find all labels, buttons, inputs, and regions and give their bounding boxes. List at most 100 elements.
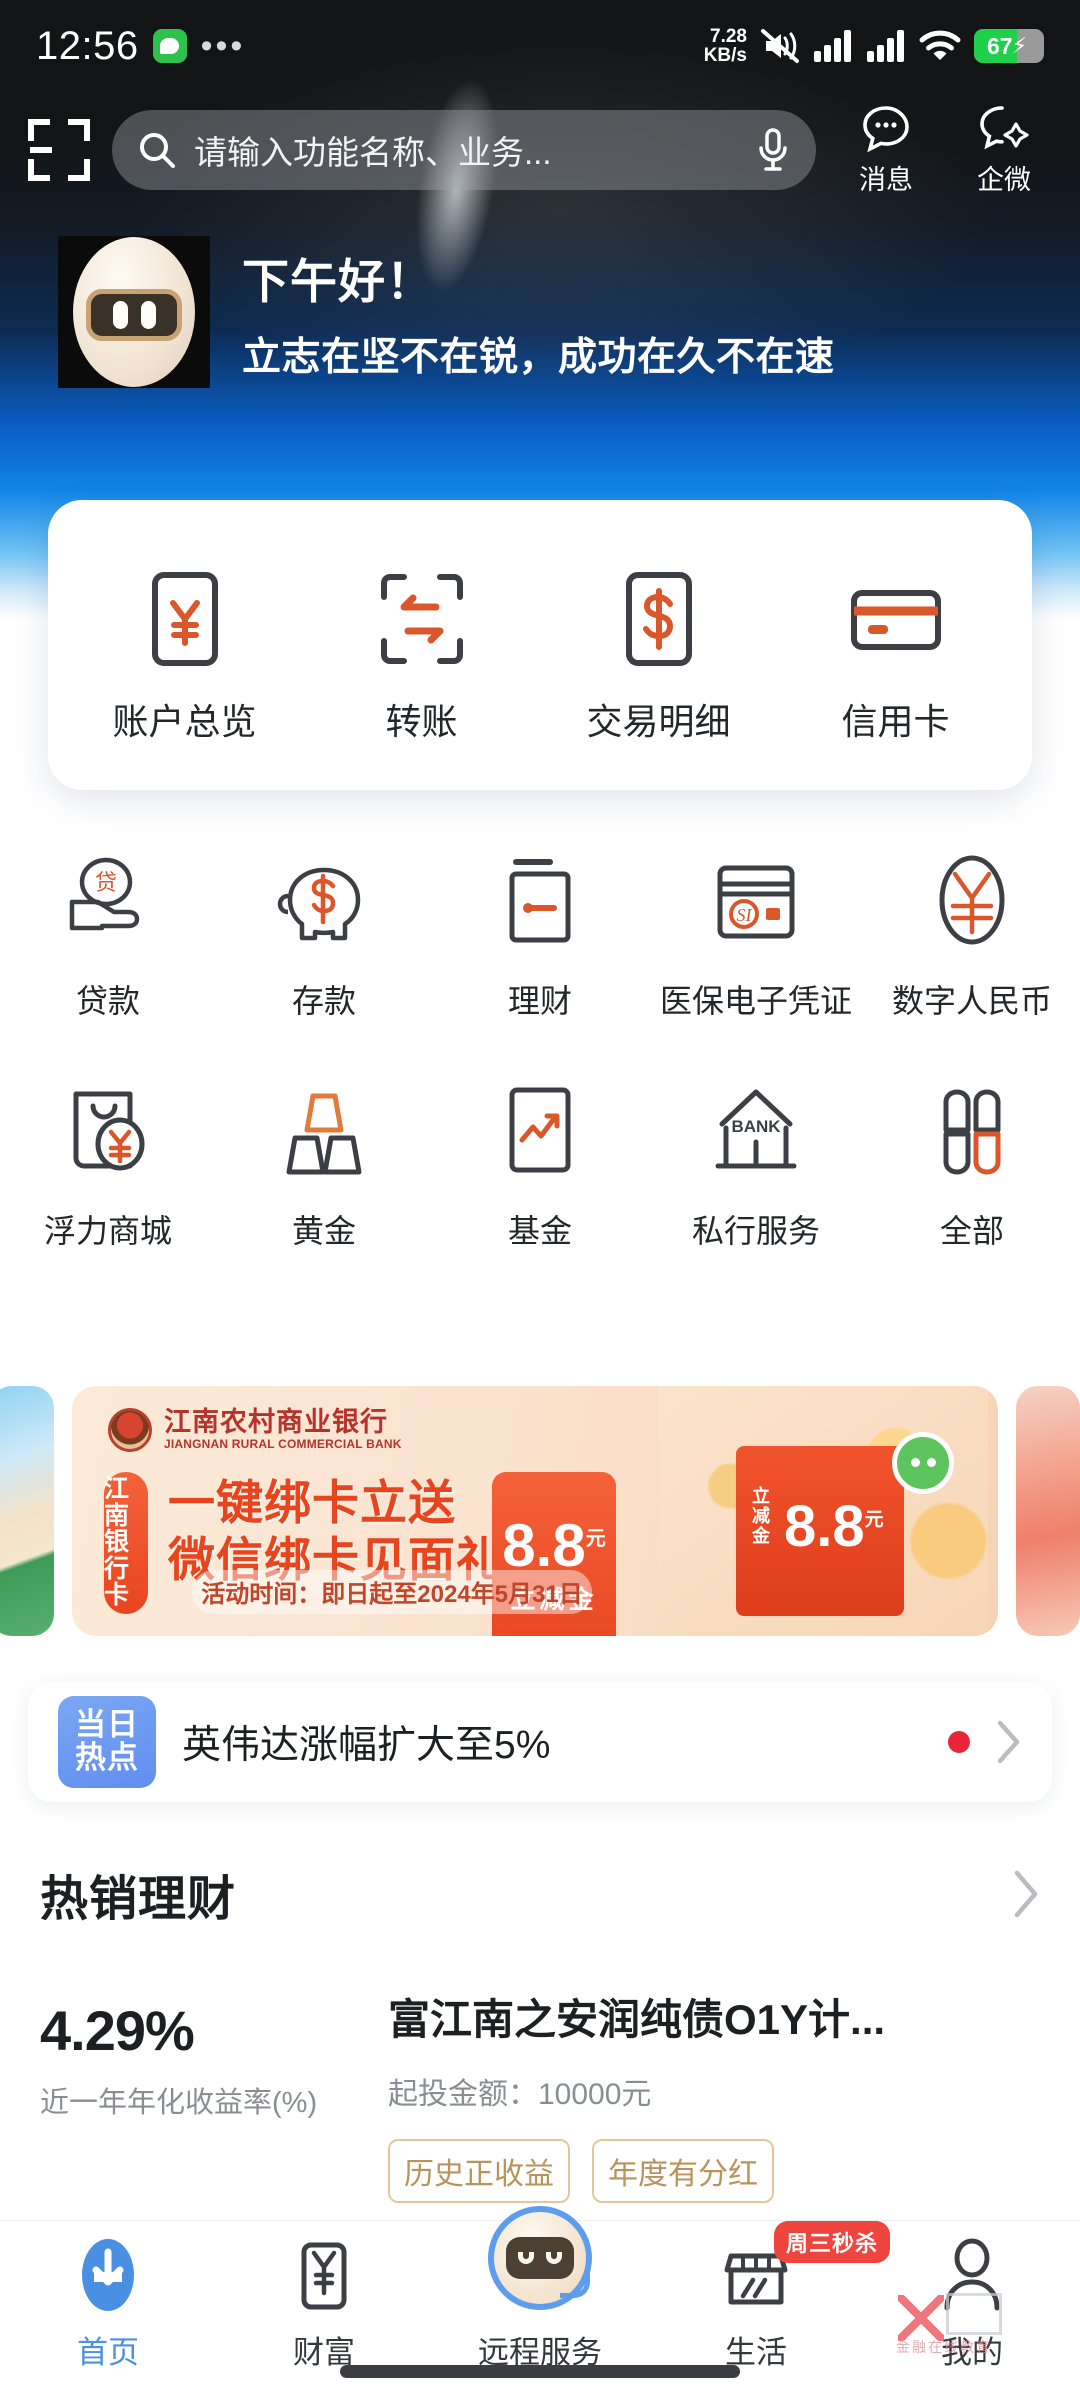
bank-emblem-icon <box>108 1407 152 1452</box>
banner-period: 活动时间：即日起至2024年5月31日 <box>192 1569 592 1614</box>
svg-text:贷: 贷 <box>95 870 117 895</box>
product-rate: 4.29% <box>40 1999 195 2062</box>
nav-item-home[interactable]: 首页 <box>0 2235 216 2372</box>
icon-slot <box>294 2235 354 2315</box>
live-indicator-dot <box>948 1731 970 1753</box>
grid-item-mall[interactable]: 浮力商城 <box>0 1056 216 1286</box>
chevron-right-icon[interactable] <box>996 1719 1022 1765</box>
product-tags: 历史正收益 年度有分红 <box>388 2139 1050 2203</box>
gift-amount-value: 8.8 <box>784 1493 865 1559</box>
mute-icon <box>761 29 799 63</box>
hot-news-row[interactable]: 当日 热点 英伟达涨幅扩大至5% <box>28 1682 1052 1802</box>
grid-item-deposit[interactable]: 存款 <box>216 826 432 1056</box>
grid-item-label: 基金 <box>507 1213 572 1249</box>
product-tag: 历史正收益 <box>388 2139 570 2203</box>
nav-label: 首页 <box>77 2335 139 2370</box>
gift-amount: 8.8元 <box>784 1497 884 1556</box>
quick-action-label: 交易明细 <box>586 701 731 742</box>
icon-slot <box>498 850 582 946</box>
grid-item-fund[interactable]: 基金 <box>432 1056 648 1286</box>
scan-icon[interactable] <box>28 119 90 181</box>
greeting-motto: 立志在坚不在锐，成功在久不在速 <box>242 335 835 379</box>
message-bubble-icon <box>863 105 909 152</box>
grid-item-private-banking[interactable]: BANK 私行服务 <box>648 1056 864 1286</box>
icon-slot <box>488 2206 592 2315</box>
bank-logo: 江南农村商业银行 JIANGNAN RURAL COMMERCIAL BANK <box>108 1407 402 1452</box>
icon-slot <box>941 2235 1003 2315</box>
grid-item-label: 全部 <box>939 1213 1004 1249</box>
grid-item-digital-rmb[interactable]: 数字人民币 <box>864 826 1080 1056</box>
battery-percent: 67 <box>986 32 1013 59</box>
grid-item-loan[interactable]: 贷 贷款 <box>0 826 216 1056</box>
robot-headset-mic <box>560 2268 590 2298</box>
grid-item-medical-insurance[interactable]: SI 医保电子凭证 <box>648 826 864 1056</box>
greeting-salutation: 下午好！ <box>242 254 434 308</box>
messages-label: 消息 <box>859 164 913 195</box>
wealth-product-card[interactable]: 4.29% 近一年年化收益率(%) 富江南之安润纯债O1Y计... 起投金额：1… <box>40 1982 1050 2222</box>
svg-text:SI: SI <box>737 905 753 925</box>
nav-item-remote-service[interactable]: 远程服务 <box>432 2206 648 2372</box>
banner-vertical-tag: 江南银行卡 <box>104 1471 148 1614</box>
quick-action-label: 信用卡 <box>841 701 950 742</box>
banner-artwork: 立减金 8.8元 <box>658 1385 988 1636</box>
home-indicator <box>340 2365 740 2378</box>
hot-news-text: 英伟达涨幅扩大至5% <box>182 1724 551 1767</box>
signal-icon <box>867 30 904 62</box>
banner-amount: 8.8元 <box>502 1516 606 1576</box>
avatar[interactable] <box>58 236 210 388</box>
status-bar-left: 12:56 ••• <box>36 24 245 69</box>
hot-badge-line1: 当日 <box>75 1707 139 1743</box>
grid-item-wealth[interactable]: 理财 <box>432 826 648 1056</box>
shopping-bag-icon <box>73 1091 145 1171</box>
quick-action-transactions[interactable]: 交易明细 <box>540 571 777 745</box>
signal-icon <box>814 30 851 62</box>
grid-item-label: 浮力商城 <box>43 1213 172 1249</box>
banner-amount-unit: 元 <box>585 1528 606 1550</box>
icon-slot <box>276 850 372 946</box>
product-name: 富江南之安润纯债O1Y计... <box>388 1996 886 2043</box>
medical-insurance-card-icon: SI <box>717 865 795 939</box>
grid-item-gold[interactable]: 黄金 <box>216 1056 432 1286</box>
more-dots-icon: ••• <box>200 27 246 65</box>
banner-carousel: 江南农村商业银行 JIANGNAN RURAL COMMERCIAL BANK … <box>0 1378 1080 1643</box>
wechat-bubble-shape <box>160 38 180 54</box>
nav-item-wealth[interactable]: 财富 <box>216 2235 432 2372</box>
status-bar: 12:56 ••• 7.28 KB/s 67 ⚡ <box>0 0 1080 92</box>
grid-item-all[interactable]: 全部 <box>864 1056 1080 1286</box>
nav-item-life[interactable]: 周三秒杀 生活 <box>648 2221 891 2372</box>
quick-action-credit-card[interactable]: 信用卡 <box>777 571 1014 745</box>
battery-icon: 67 ⚡ <box>974 29 1044 63</box>
app-header: 请输入功能名称、业务... 消息 企微 <box>0 96 1080 204</box>
icon-slot <box>502 1080 578 1176</box>
enterprise-wechat-icon <box>980 105 1029 149</box>
grid-item-label: 理财 <box>507 983 572 1019</box>
quick-action-transfer[interactable]: 转账 <box>303 571 540 745</box>
home-icon <box>82 2239 134 2311</box>
icon-slot <box>929 850 1015 946</box>
banner-next-peek[interactable] <box>1016 1385 1080 1636</box>
banner-amount-value: 8.8 <box>502 1512 586 1579</box>
quick-action-account-overview[interactable]: 账户总览 <box>66 571 303 745</box>
page-title: 热销理财 <box>40 1873 237 1926</box>
messages-button[interactable]: 消息 <box>838 104 934 197</box>
chevron-right-icon[interactable] <box>1012 1869 1040 1919</box>
bank-name-en: JIANGNAN RURAL COMMERCIAL BANK <box>164 1436 402 1451</box>
svg-text:BANK: BANK <box>731 1117 781 1136</box>
banner-slogan-line1: 一键绑卡立送 <box>168 1475 456 1529</box>
enterprise-wechat-button[interactable]: 企微 <box>956 104 1052 197</box>
credit-card-icon <box>850 590 941 650</box>
wealth-icon <box>301 2242 347 2310</box>
nav-item-profile[interactable]: 金融在线教育 我的 <box>864 2235 1080 2372</box>
search-icon <box>140 133 175 168</box>
banner-current[interactable]: 江南农村商业银行 JIANGNAN RURAL COMMERCIAL BANK … <box>72 1385 998 1636</box>
search-bar[interactable]: 请输入功能名称、业务... <box>112 110 816 190</box>
hot-badge-line2: 热点 <box>75 1740 139 1775</box>
microphone-icon[interactable] <box>756 128 790 172</box>
banner-previous-peek[interactable] <box>0 1385 54 1636</box>
yuan-card-icon <box>151 572 218 666</box>
robot-eye-right <box>546 2252 562 2264</box>
grid-item-label: 数字人民币 <box>891 983 1052 1019</box>
search-input[interactable]: 请输入功能名称、业务... <box>194 126 738 174</box>
gold-bars-icon <box>286 1093 362 1175</box>
remote-service-robot-icon <box>488 2206 592 2310</box>
